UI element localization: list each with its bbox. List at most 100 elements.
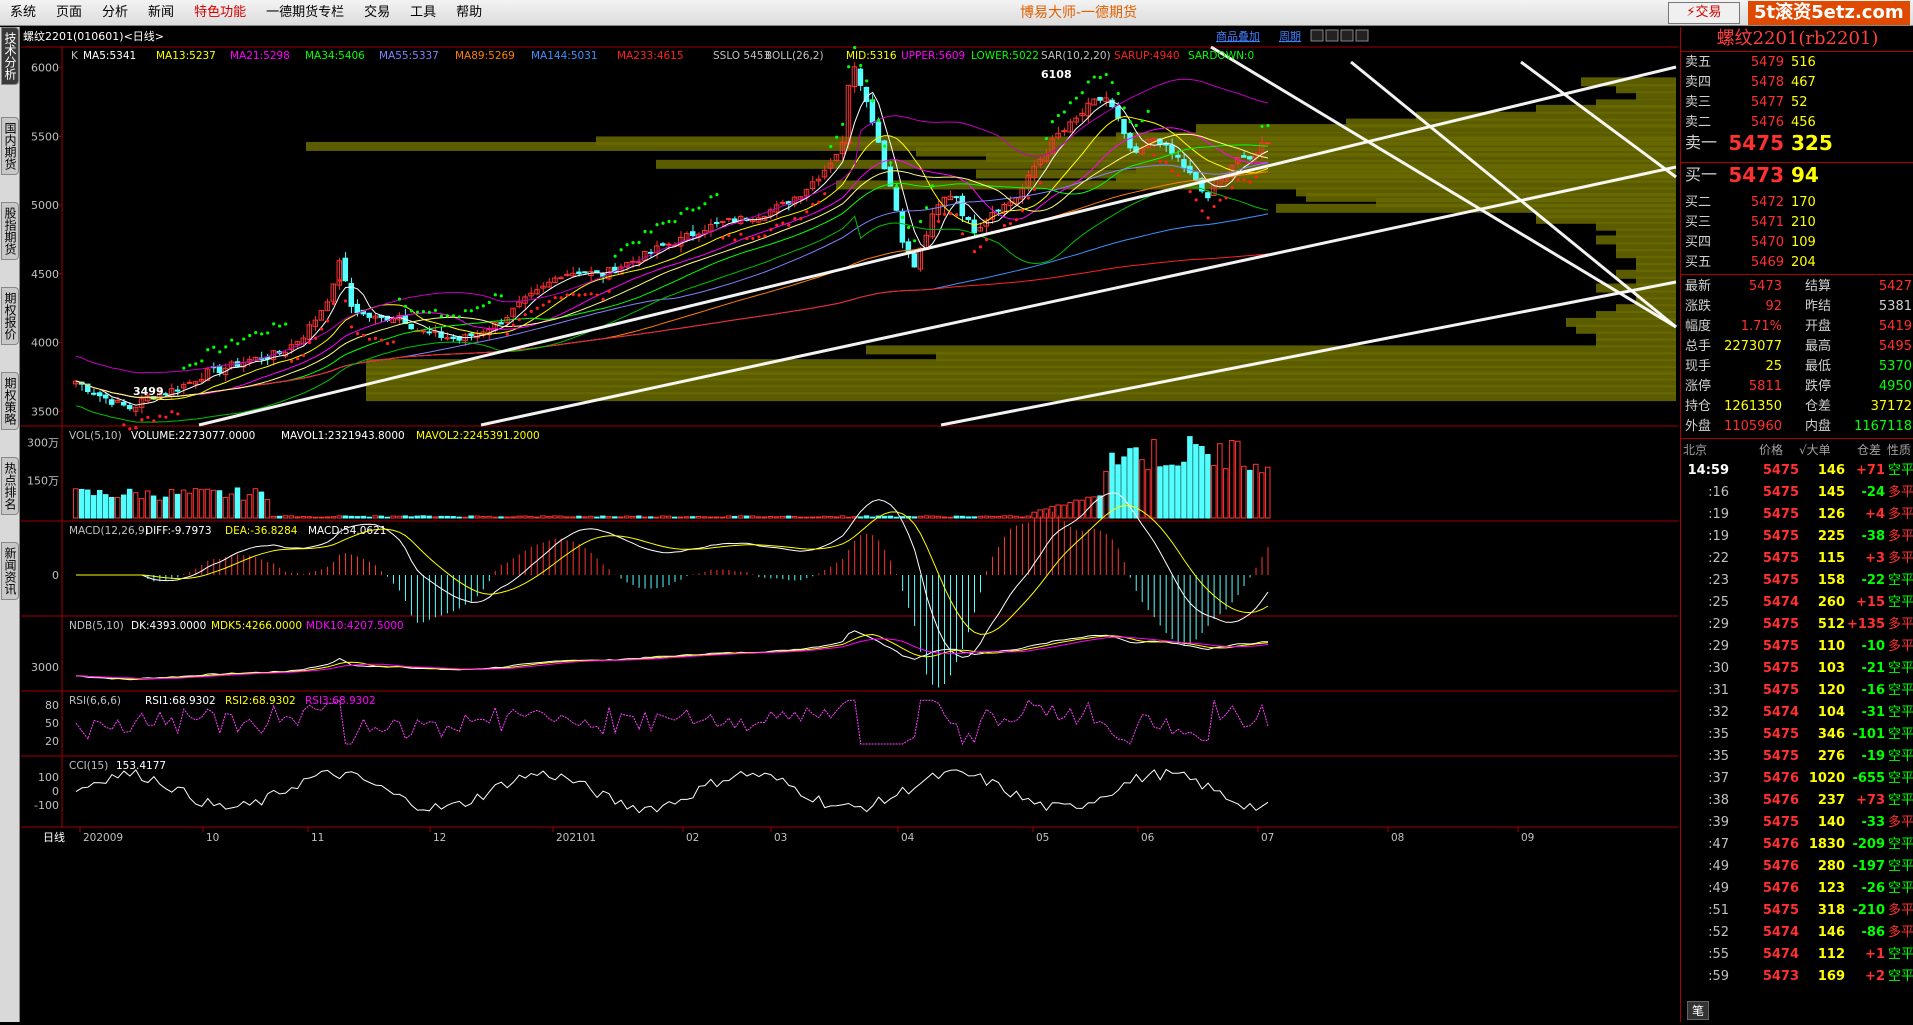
volume-bar [474,515,480,519]
tick-oi-change: -210 [1852,903,1885,918]
menu-item-3[interactable]: 新闻 [138,0,184,26]
date-axis-label: 06 [1141,832,1155,844]
candle-body [354,303,361,314]
volume-bar [594,516,600,519]
bid-label: 买二 [1685,195,1712,210]
sar-dot [889,161,893,165]
tick-oi-change: -655 [1852,771,1885,786]
side-tab-4[interactable]: 期权策略 [1,372,19,430]
chart-toolbar [21,27,1678,45]
sar-dot [1128,120,1132,124]
volume-bar [90,495,97,519]
candle-body [408,323,414,330]
side-tab-6[interactable]: 新闻资讯 [1,542,19,600]
ndb-dk: DK:4393.0000 [131,620,206,632]
sar-dot [787,223,791,227]
candle-body [576,271,582,275]
sar-dot [1032,187,1036,191]
stat-label: 幅度 [1685,319,1712,334]
tick-nature: 多平 [1888,529,1913,544]
bid-row: 买四 5470 109 [1681,233,1913,253]
sar-dot [745,236,749,241]
candle-body [965,217,972,221]
sar-dot [224,345,228,349]
volume-profile-bar [1636,91,1676,101]
volume-bar [1151,439,1157,519]
tick-price: 5476 [1762,881,1799,896]
kline-chart[interactable]: 螺纹2201(010601)<日线> 商品叠加 周期6000550050004500… [21,27,1678,1022]
volume-bar [606,516,612,519]
vol-mavol2: MAVOL2:2245391.2000 [416,430,540,442]
volume-bar [1247,469,1253,519]
menu-item-4[interactable]: 特色功能 [184,0,256,26]
volume-bar [1145,469,1151,519]
tick-row: :47 5476 1830 -209 空平 [1681,834,1913,856]
cci-axis-label: -100 [34,799,59,812]
sar-dot [625,243,629,247]
date-axis-label: 202101 [556,832,596,844]
menu-item-2[interactable]: 分析 [92,0,138,26]
rsi-2: RSI2:68.9302 [225,695,296,707]
side-tab-0[interactable]: 技术分析 [1,27,19,85]
volume-bar [432,516,438,519]
volume-bar [1061,504,1067,519]
menu-item-7[interactable]: 工具 [400,0,446,26]
candle-body [713,222,720,225]
menu-bar: 系统 页面 分析 新闻 特色功能 一德期货专栏 交易 工具 帮助 [0,0,1913,26]
side-tab-5[interactable]: 热点排名 [1,457,19,515]
sar-dot [667,219,671,224]
tick-nature: 空平 [1888,595,1913,610]
menu-item-1[interactable]: 页面 [46,0,92,26]
stat-label: 最低 [1805,359,1832,374]
cci-axis-label: 0 [52,785,59,798]
tick-volume: 276 [1817,749,1845,764]
volume-bar [797,516,804,519]
menu-item-5[interactable]: 一德期货专栏 [256,0,354,26]
tick-nature: 空平 [1888,573,1913,588]
sar-dot [278,324,282,328]
volume-bar [1217,443,1223,519]
menu-item-8[interactable]: 帮助 [446,0,492,26]
sar-dot [325,319,330,323]
rsi-axis-label: 50 [45,717,59,730]
sar-dot [1086,80,1090,84]
tick-nature: 多平 [1888,815,1913,830]
side-tab-3[interactable]: 期权报价 [1,287,19,345]
instrument-title: 螺纹2201(rb2201) [1716,28,1879,49]
sar-dot [290,359,294,363]
volume-bar [839,515,846,519]
side-tab-1[interactable]: 国内期货 [1,117,19,175]
stat-label: 现手 [1685,359,1712,374]
volume-bar [815,516,822,519]
tick-price: 5474 [1762,705,1799,720]
macd-diff: DIFF:-9.7973 [145,525,212,537]
volume-bar [150,495,157,519]
menu-item-0[interactable]: 系统 [0,0,46,26]
volume-bar [114,497,121,519]
volume-bar [570,516,576,519]
candle-body [719,221,726,224]
tick-row: :51 5475 318 -210 多平 [1681,900,1913,922]
chart-area[interactable]: 螺纹2201(010601)<日线> 商品叠加 周期 6000 5500 5000 4500… [21,27,1678,1022]
bottom-tab[interactable]: 笔 [1687,1001,1710,1020]
candle-body [1127,132,1133,149]
volume-bar [120,494,127,519]
volume-bar [666,515,672,519]
ask-price: 5478 [1750,75,1784,90]
period-link: 周期 [1279,30,1301,43]
sar-dot [721,236,725,240]
sar-dot [595,293,599,297]
volume-bar [126,488,133,519]
volume-bar [330,516,337,519]
sar-dot [1164,160,1168,165]
stat-value: 25 [1765,359,1782,374]
menu-item-6[interactable]: 交易 [354,0,400,26]
tick-price: 5475 [1762,683,1799,698]
trade-button[interactable]: ⚡交易 [1668,2,1740,24]
tick-oi-change: +73 [1856,793,1885,808]
side-tab-2[interactable]: 股指期货 [1,202,19,260]
volume-bar [486,515,492,519]
tick-time: :35 [1708,749,1729,764]
tick-volume: 115 [1817,551,1845,566]
volume-bar [582,516,588,519]
